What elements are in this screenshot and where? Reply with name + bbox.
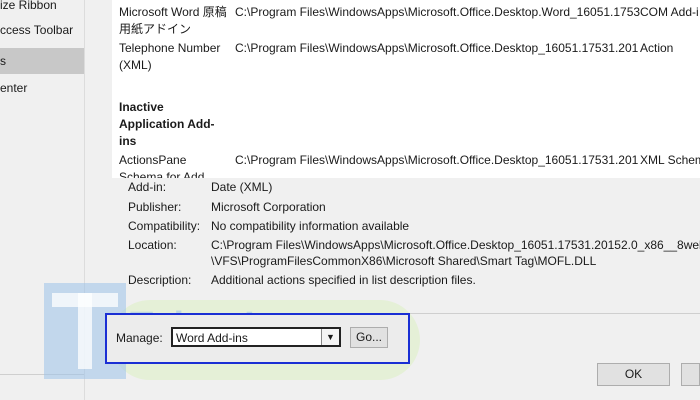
sidebar-item-quick-access-toolbar[interactable]: ccess Toolbar [0, 17, 84, 43]
manage-select[interactable]: Word Add-ins ▼ [171, 327, 341, 347]
detail-value-description: Additional actions specified in list des… [211, 273, 476, 287]
table-row[interactable]: ActionsPane Schema for Add C:\Program Fi… [112, 152, 700, 178]
addin-type: COM Add-i [640, 5, 699, 19]
manage-highlight-box: Manage: Word Add-ins ▼ Go... [105, 313, 410, 364]
sidebar-item-label: enter [0, 81, 28, 95]
detail-value-location-line2: \VFS\ProgramFilesCommonX86\Microsoft Sha… [211, 254, 597, 268]
detail-label-compatibility: Compatibility: [128, 219, 201, 233]
addin-location: C:\Program Files\WindowsApps\Microsoft.O… [235, 41, 639, 55]
detail-label-location: Location: [128, 238, 177, 252]
manage-label: Manage: [116, 331, 163, 345]
sidebar-item-trust-center[interactable]: enter [0, 75, 84, 101]
table-row[interactable]: Microsoft Word 原稿用紙アドイン C:\Program Files… [112, 4, 700, 38]
table-row[interactable]: Telephone Number (XML) C:\Program Files\… [112, 40, 700, 74]
sidebar-item-label: ize Ribbon [0, 0, 57, 12]
sidebar-item-customize-ribbon[interactable]: ize Ribbon [0, 0, 84, 18]
detail-value-publisher: Microsoft Corporation [211, 200, 326, 214]
addin-name: ActionsPane Schema for Add [119, 153, 205, 178]
chevron-down-icon[interactable]: ▼ [321, 329, 339, 345]
detail-label-description: Description: [128, 273, 192, 287]
detail-label-addin: Add-in: [128, 180, 167, 194]
ok-button[interactable]: OK [597, 363, 670, 386]
addin-name: Telephone Number (XML) [119, 41, 221, 72]
detail-value-addin: Date (XML) [211, 180, 273, 194]
detail-value-compatibility: No compatibility information available [211, 219, 410, 233]
addin-location: C:\Program Files\WindowsApps\Microsoft.O… [235, 153, 639, 167]
addin-type: Action [640, 41, 674, 55]
go-button[interactable]: Go... [350, 327, 388, 348]
cancel-button[interactable] [681, 363, 700, 386]
detail-label-publisher: Publisher: [128, 200, 182, 214]
section-header-inactive: Inactive Application Add-ins [119, 100, 215, 148]
manage-select-value: Word Add-ins [176, 331, 248, 345]
sidebar-item-label: s [0, 54, 6, 68]
detail-value-location-line1: C:\Program Files\WindowsApps\Microsoft.O… [211, 238, 700, 252]
addin-type: XML Schem [640, 153, 700, 167]
sidebar-item-add-ins[interactable]: s [0, 48, 84, 74]
addins-list[interactable]: Microsoft Word 原稿用紙アドイン C:\Program Files… [112, 0, 700, 178]
addin-location: C:\Program Files\WindowsApps\Microsoft.O… [235, 5, 641, 19]
addin-name: Microsoft Word 原稿用紙アドイン [119, 5, 227, 36]
sidebar-item-label: ccess Toolbar [0, 23, 74, 37]
